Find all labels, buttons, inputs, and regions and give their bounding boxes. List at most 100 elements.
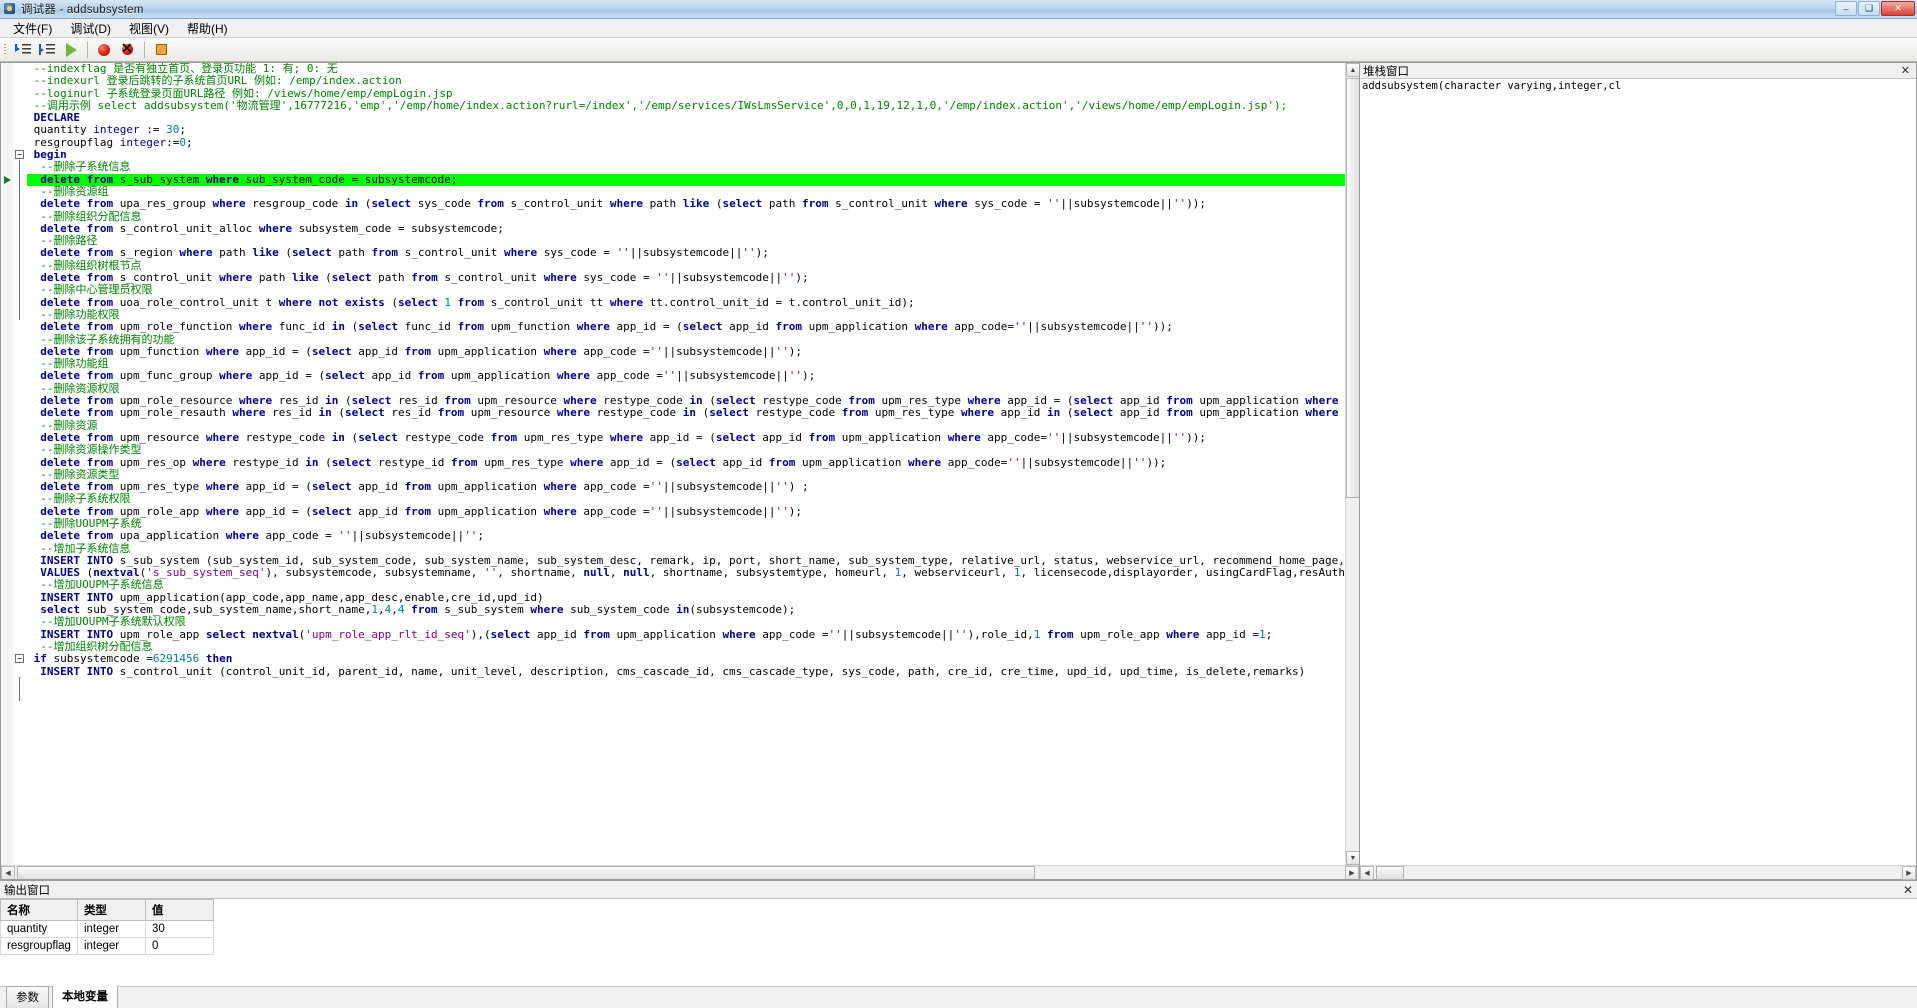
menu-view[interactable]: 视图(V) <box>120 18 178 39</box>
variable-name-cell[interactable]: quantity <box>0 920 78 938</box>
output-window-title: 输出窗口 <box>4 884 50 897</box>
code-line[interactable]: select sub_system_code,sub_system_name,s… <box>27 603 1345 616</box>
main-split: − − --indexflag 是否有独立首页、登录页功能 1: 有; 0: 无 … <box>0 62 1917 880</box>
fold-toggle-icon[interactable]: − <box>15 150 24 160</box>
column-header-name[interactable]: 名称 <box>0 899 78 921</box>
code-line[interactable]: begin <box>27 148 1345 161</box>
menu-help[interactable]: 帮助(H) <box>178 18 237 39</box>
call-stack-header: 堆栈窗口 ✕ <box>1360 63 1916 79</box>
variable-type-cell[interactable]: integer <box>76 937 146 955</box>
code-line[interactable]: delete from upm_res_op where restype_id … <box>27 456 1345 469</box>
variable-type-cell[interactable]: integer <box>76 920 146 938</box>
menu-bar: 文件(F) 调试(D) 视图(V) 帮助(H) <box>0 19 1917 38</box>
code-line[interactable]: INSERT INTO s_control_unit (control_unit… <box>27 665 1345 678</box>
code-line[interactable]: delete from s_sub_system where sub_syste… <box>27 173 1345 186</box>
output-close-icon[interactable]: ✕ <box>1903 883 1913 897</box>
variable-name-cell[interactable]: resgroupflag <box>0 937 78 955</box>
variables-table-header-row: 名称 类型 值 <box>0 899 214 921</box>
editor-vertical-scrollbar[interactable]: ▲ ▼ <box>1345 63 1359 865</box>
step-over-icon <box>39 43 55 57</box>
maximize-button[interactable]: ❑ <box>1858 1 1880 16</box>
stack-scroll-left-button[interactable]: ◀ <box>1360 866 1374 880</box>
step-into-button[interactable] <box>12 40 34 60</box>
code-line[interactable]: if subsystemcode =6291456 then <box>27 652 1345 665</box>
code-line[interactable]: delete from upm_res_type where app_id = … <box>27 480 1345 493</box>
stop-icon <box>155 44 167 55</box>
scroll-left-button[interactable]: ◀ <box>1 866 15 879</box>
scroll-down-button[interactable]: ▼ <box>1346 851 1359 865</box>
execution-pointer-icon <box>4 175 11 184</box>
minimize-button[interactable]: – <box>1835 1 1857 16</box>
tab-local-variables[interactable]: 本地变量 <box>52 985 118 1008</box>
code-editor-pane[interactable]: − − --indexflag 是否有独立首页、登录页功能 1: 有; 0: 无 … <box>0 62 1360 880</box>
code-line[interactable]: --调用示例 select addsubsystem('物流管理',167772… <box>27 99 1345 112</box>
toolbar-separator-1 <box>87 41 88 58</box>
menu-debug[interactable]: 调试(D) <box>61 18 120 39</box>
code-line[interactable]: delete from s_control_unit_alloc where s… <box>27 222 1345 235</box>
scroll-up-button[interactable]: ▲ <box>1346 63 1359 77</box>
toolbar-separator-2 <box>144 41 145 58</box>
variables-table: 名称 类型 值 quantity integer 30 resgroupflag int… <box>0 899 214 955</box>
horizontal-scroll-thumb[interactable] <box>17 866 1035 879</box>
clear-breakpoints-button[interactable] <box>117 40 139 60</box>
code-line[interactable]: --删除组织分配信息 <box>27 210 1345 223</box>
code-line[interactable]: delete from upm_func_group where app_id … <box>27 370 1345 383</box>
toolbar-grip[interactable] <box>2 41 9 59</box>
code-line[interactable]: resgroupflag integer:=0; <box>27 136 1345 149</box>
editor-breakpoint-gutter[interactable] <box>1 63 13 879</box>
code-line[interactable]: delete from upm_role_function where func… <box>27 320 1345 333</box>
editor-horizontal-scrollbar[interactable]: ◀ ▶ <box>1 865 1359 879</box>
code-line[interactable]: VALUES (nextval('s_sub_system_seq'), sub… <box>27 566 1345 579</box>
stack-scroll-thumb[interactable] <box>1376 866 1404 880</box>
code-line[interactable]: delete from upm_resource where restype_c… <box>27 431 1345 444</box>
fold-connector <box>19 676 20 702</box>
call-stack-pane: 堆栈窗口 ✕ addsubsystem(character varying,in… <box>1360 62 1917 880</box>
output-window: 输出窗口 ✕ 名称 类型 值 quantity integer 30 resgroup… <box>0 880 1917 1008</box>
code-line[interactable]: delete from s_control_unit where path li… <box>27 271 1345 284</box>
output-window-body[interactable]: 名称 类型 值 quantity integer 30 resgroupflag int… <box>0 898 1917 986</box>
code-line[interactable]: delete from s_region where path like (se… <box>27 247 1345 260</box>
scroll-right-button[interactable]: ▶ <box>1345 866 1359 879</box>
code-line[interactable]: delete from upm_function where app_id = … <box>27 345 1345 358</box>
code-line[interactable]: --增加UOUPM子系统信息 <box>27 579 1345 591</box>
code-line[interactable]: delete from upm_role_resauth where res_i… <box>27 407 1345 420</box>
close-button[interactable]: ✕ <box>1881 1 1915 16</box>
code-line[interactable]: INSERT INTO upm_role_app select nextval(… <box>27 628 1345 641</box>
output-window-header: 输出窗口 ✕ <box>0 881 1917 898</box>
title-bar: 调试器 - addsubsystem – ❑ ✕ <box>0 0 1917 19</box>
variable-value-cell[interactable]: 0 <box>144 937 214 955</box>
call-stack-row[interactable]: addsubsystem(character varying,integer,c… <box>1360 79 1916 92</box>
code-line[interactable]: delete from upa_res_group where resgroup… <box>27 197 1345 210</box>
window-controls: – ❑ ✕ <box>1835 1 1915 16</box>
window-title: 调试器 - addsubsystem <box>21 4 144 16</box>
code-line[interactable]: DECLARE <box>27 112 1345 124</box>
code-line[interactable]: quantity integer := 30; <box>27 124 1345 137</box>
tab-parameters[interactable]: 参数 <box>6 986 49 1008</box>
code-line[interactable]: --删除中心管理员权限 <box>27 284 1345 296</box>
call-stack-list[interactable]: addsubsystem(character varying,integer,c… <box>1360 79 1916 865</box>
vertical-scroll-thumb[interactable] <box>1346 78 1359 498</box>
fold-connector <box>19 160 20 320</box>
editor-fold-gutter[interactable]: − − <box>13 63 27 879</box>
stack-scroll-right-button[interactable]: ▶ <box>1902 866 1916 880</box>
fold-toggle-icon[interactable]: − <box>15 654 24 664</box>
code-line[interactable]: delete from upa_application where app_co… <box>27 529 1345 542</box>
column-header-type[interactable]: 类型 <box>76 899 146 921</box>
table-row[interactable]: quantity integer 30 <box>0 920 214 938</box>
call-stack-title: 堆栈窗口 <box>1363 65 1409 78</box>
stop-button[interactable] <box>150 40 172 60</box>
column-header-value[interactable]: 值 <box>144 899 214 921</box>
table-row[interactable]: resgroupflag integer 0 <box>0 937 214 955</box>
code-line[interactable]: delete from uoa_role_control_unit t wher… <box>27 296 1345 309</box>
breakpoint-remove-icon <box>121 40 135 57</box>
run-icon <box>65 42 77 57</box>
toggle-breakpoint-button[interactable] <box>93 40 115 60</box>
menu-file[interactable]: 文件(F) <box>4 18 61 39</box>
step-over-button[interactable] <box>36 40 58 60</box>
code-line[interactable]: delete from upm_role_app where app_id = … <box>27 505 1345 518</box>
run-button[interactable] <box>60 40 82 60</box>
call-stack-close-icon[interactable]: ✕ <box>1898 64 1913 77</box>
code-text-area[interactable]: --indexflag 是否有独立首页、登录页功能 1: 有; 0: 无 --i… <box>27 63 1345 865</box>
call-stack-horizontal-scrollbar[interactable]: ◀ ▶ <box>1360 865 1916 880</box>
variable-value-cell[interactable]: 30 <box>144 920 214 938</box>
